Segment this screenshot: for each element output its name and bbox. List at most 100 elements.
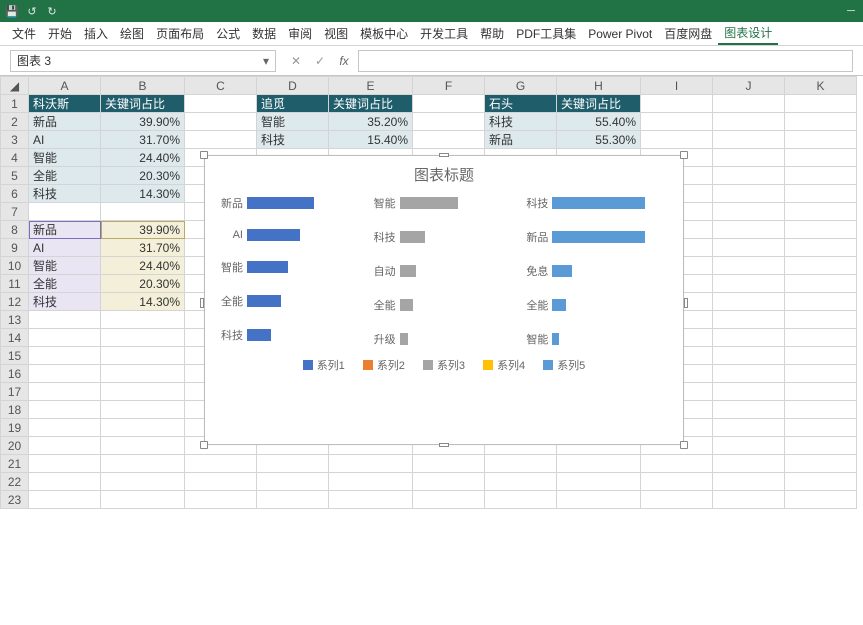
cell[interactable] bbox=[785, 185, 857, 203]
row-header[interactable]: 19 bbox=[1, 419, 29, 437]
cell[interactable] bbox=[713, 203, 785, 221]
cell[interactable] bbox=[785, 131, 857, 149]
cell[interactable] bbox=[101, 437, 185, 455]
cell[interactable] bbox=[713, 113, 785, 131]
tab-file[interactable]: 文件 bbox=[6, 22, 42, 45]
tab-pagelayout[interactable]: 页面布局 bbox=[150, 22, 210, 45]
cell[interactable] bbox=[29, 401, 101, 419]
cell[interactable]: 科技 bbox=[29, 293, 101, 311]
cell[interactable]: AI bbox=[29, 239, 101, 257]
col-header[interactable]: B bbox=[101, 77, 185, 95]
tab-powerpivot[interactable]: Power Pivot bbox=[582, 22, 658, 45]
tab-formulas[interactable]: 公式 bbox=[210, 22, 246, 45]
cell[interactable] bbox=[101, 311, 185, 329]
cell[interactable] bbox=[713, 383, 785, 401]
table-row[interactable]: 23 bbox=[1, 491, 857, 509]
row-header[interactable]: 11 bbox=[1, 275, 29, 293]
row-header[interactable]: 8 bbox=[1, 221, 29, 239]
cell[interactable] bbox=[329, 455, 413, 473]
cell[interactable] bbox=[29, 347, 101, 365]
cell[interactable] bbox=[485, 473, 557, 491]
cell[interactable] bbox=[785, 419, 857, 437]
cell[interactable] bbox=[29, 329, 101, 347]
cell[interactable] bbox=[785, 113, 857, 131]
resize-handle[interactable] bbox=[684, 298, 688, 308]
cell[interactable] bbox=[785, 383, 857, 401]
cell[interactable] bbox=[785, 329, 857, 347]
cell[interactable]: 55.30% bbox=[557, 131, 641, 149]
embedded-chart[interactable]: 图表标题 新品AI智能全能科技智能科技自动全能升级科技新品免息全能智能 系列1系… bbox=[204, 155, 684, 445]
cell[interactable] bbox=[413, 455, 485, 473]
cell[interactable] bbox=[185, 113, 257, 131]
cell[interactable] bbox=[713, 311, 785, 329]
cell[interactable]: 关键词占比 bbox=[557, 95, 641, 113]
undo-icon[interactable]: ↺ bbox=[24, 3, 40, 19]
cell[interactable]: 全能 bbox=[29, 167, 101, 185]
cell[interactable] bbox=[413, 113, 485, 131]
cell[interactable] bbox=[713, 167, 785, 185]
cell[interactable]: 追觅 bbox=[257, 95, 329, 113]
sheet-area[interactable]: ◢ A B C D E F G H I J K 1 科沃斯 关键词占比 追觅 关… bbox=[0, 76, 863, 625]
cell[interactable] bbox=[713, 437, 785, 455]
cell[interactable] bbox=[557, 473, 641, 491]
cell[interactable] bbox=[785, 95, 857, 113]
cell[interactable]: 31.70% bbox=[101, 131, 185, 149]
cell[interactable] bbox=[329, 491, 413, 509]
cell[interactable] bbox=[785, 473, 857, 491]
resize-handle[interactable] bbox=[680, 151, 688, 159]
col-header[interactable]: G bbox=[485, 77, 557, 95]
cell[interactable] bbox=[785, 365, 857, 383]
row-header[interactable]: 20 bbox=[1, 437, 29, 455]
formula-input[interactable] bbox=[358, 50, 853, 72]
resize-handle[interactable] bbox=[439, 153, 449, 157]
cell[interactable]: 智能 bbox=[29, 149, 101, 167]
cell[interactable] bbox=[101, 473, 185, 491]
cell[interactable]: 科技 bbox=[257, 131, 329, 149]
cell[interactable] bbox=[101, 401, 185, 419]
tab-chartdesign[interactable]: 图表设计 bbox=[718, 22, 778, 45]
row-header[interactable]: 12 bbox=[1, 293, 29, 311]
table-row[interactable]: 22 bbox=[1, 473, 857, 491]
cell[interactable] bbox=[713, 293, 785, 311]
cell[interactable]: 20.30% bbox=[101, 167, 185, 185]
window-minimize-icon[interactable]: ─ bbox=[843, 3, 859, 19]
cell[interactable] bbox=[101, 491, 185, 509]
cell[interactable] bbox=[785, 221, 857, 239]
cell[interactable]: 科技 bbox=[29, 185, 101, 203]
cell[interactable] bbox=[101, 455, 185, 473]
cell[interactable]: 24.40% bbox=[101, 257, 185, 275]
cell[interactable] bbox=[413, 491, 485, 509]
cell[interactable] bbox=[713, 239, 785, 257]
cell[interactable] bbox=[785, 455, 857, 473]
cell[interactable] bbox=[29, 383, 101, 401]
cell[interactable]: 新品 bbox=[29, 113, 101, 131]
cell[interactable] bbox=[713, 473, 785, 491]
cell[interactable] bbox=[101, 347, 185, 365]
row-header[interactable]: 3 bbox=[1, 131, 29, 149]
cell[interactable] bbox=[29, 419, 101, 437]
cell[interactable] bbox=[785, 401, 857, 419]
cell[interactable]: 24.40% bbox=[101, 149, 185, 167]
table-row[interactable]: 21 bbox=[1, 455, 857, 473]
col-header[interactable]: F bbox=[413, 77, 485, 95]
row-header[interactable]: 5 bbox=[1, 167, 29, 185]
tab-baidu[interactable]: 百度网盘 bbox=[658, 22, 718, 45]
cell[interactable] bbox=[713, 149, 785, 167]
cell[interactable] bbox=[29, 473, 101, 491]
cell[interactable] bbox=[713, 329, 785, 347]
cell[interactable] bbox=[641, 455, 713, 473]
table-row[interactable]: 1 科沃斯 关键词占比 追觅 关键词占比 石头 关键词占比 bbox=[1, 95, 857, 113]
cell[interactable] bbox=[641, 473, 713, 491]
row-header[interactable]: 14 bbox=[1, 329, 29, 347]
cell[interactable] bbox=[413, 473, 485, 491]
cell[interactable] bbox=[785, 149, 857, 167]
cell[interactable]: 35.20% bbox=[329, 113, 413, 131]
row-header[interactable]: 7 bbox=[1, 203, 29, 221]
tab-help[interactable]: 帮助 bbox=[474, 22, 510, 45]
cell[interactable] bbox=[29, 365, 101, 383]
cell[interactable] bbox=[257, 455, 329, 473]
cell[interactable] bbox=[713, 95, 785, 113]
resize-handle[interactable] bbox=[439, 443, 449, 447]
cell[interactable]: 全能 bbox=[29, 275, 101, 293]
resize-handle[interactable] bbox=[680, 441, 688, 449]
